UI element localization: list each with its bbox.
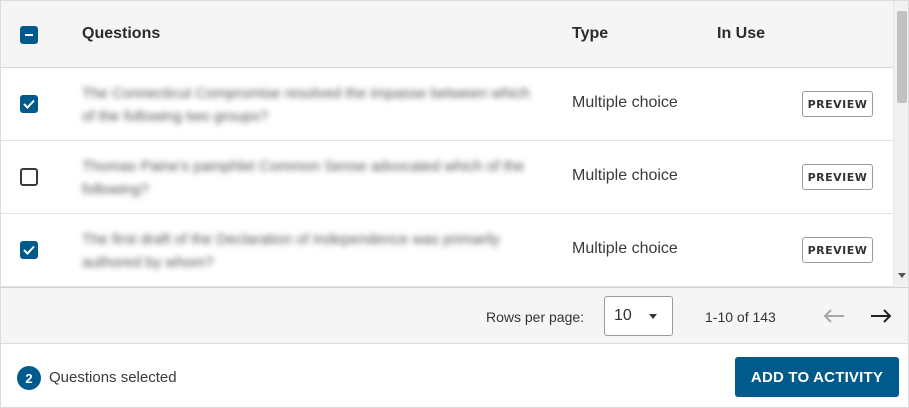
- scrollbar-thumb[interactable]: [897, 11, 907, 103]
- table-row: Thomas Paine's pamphlet Common Sense adv…: [1, 141, 893, 214]
- row-checkbox[interactable]: [20, 241, 38, 259]
- rows-per-page-value: 10: [614, 307, 632, 324]
- header-questions: Questions: [82, 25, 161, 42]
- questions-table: Questions Type In Use The Connecticut Co…: [0, 0, 909, 289]
- arrow-left-icon: [823, 309, 844, 323]
- caret-down-icon: [649, 314, 657, 319]
- selected-label: Questions selected: [49, 369, 177, 386]
- question-text: The first draft of the Declaration of In…: [82, 231, 500, 271]
- rows-per-page-label: Rows per page:: [486, 309, 585, 325]
- previous-page-button[interactable]: [821, 304, 847, 328]
- preview-button[interactable]: PREVIEW: [802, 237, 873, 263]
- row-checkbox[interactable]: [20, 168, 38, 186]
- header-in-use: In Use: [717, 25, 766, 42]
- arrow-right-icon: [871, 309, 892, 323]
- pagination-bar: Rows per page: 10 1-10 of 143: [0, 287, 909, 344]
- pagination-range: 1-10 of 143: [705, 309, 776, 325]
- question-text: The Connecticut Compromise resolved the …: [82, 85, 530, 125]
- selected-count-badge: 2: [17, 366, 41, 390]
- rows-per-page-select[interactable]: 10: [604, 296, 673, 336]
- checkmark-icon: [20, 95, 38, 113]
- question-text: Thomas Paine's pamphlet Common Sense adv…: [82, 158, 525, 198]
- empty-checkbox-icon: [20, 168, 38, 186]
- preview-button[interactable]: PREVIEW: [802, 91, 873, 117]
- preview-button[interactable]: PREVIEW: [802, 164, 873, 190]
- next-page-button[interactable]: [868, 304, 894, 328]
- table-row: The first draft of the Declaration of In…: [1, 214, 893, 287]
- vertical-scrollbar[interactable]: [893, 1, 908, 289]
- question-type: Multiple choice: [572, 240, 678, 257]
- minus-checkbox-icon: [20, 26, 38, 44]
- question-type: Multiple choice: [572, 94, 678, 111]
- selection-bar: 2 Questions selected ADD TO ACTIVITY: [0, 344, 909, 408]
- table-header: Questions Type In Use: [1, 1, 893, 68]
- scroll-down-arrow-icon[interactable]: [898, 273, 906, 278]
- table-row: The Connecticut Compromise resolved the …: [1, 68, 893, 141]
- question-type: Multiple choice: [572, 167, 678, 184]
- checkmark-icon: [20, 241, 38, 259]
- row-checkbox[interactable]: [20, 95, 38, 113]
- header-type: Type: [572, 25, 609, 42]
- add-to-activity-button[interactable]: ADD TO ACTIVITY: [735, 357, 899, 397]
- select-all-checkbox[interactable]: [20, 26, 38, 44]
